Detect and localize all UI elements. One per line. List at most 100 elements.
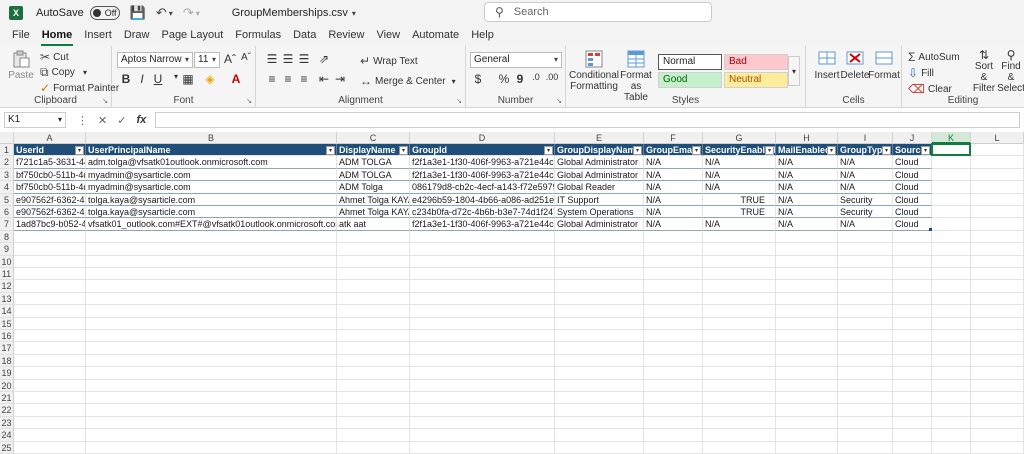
grid-cell[interactable] <box>337 230 410 244</box>
grid-cell[interactable] <box>644 317 703 330</box>
grid-cell[interactable] <box>14 305 86 318</box>
row-header[interactable]: 25 <box>0 441 14 454</box>
sort-filter-button[interactable]: ⇅ Sort & Filter <box>972 49 996 94</box>
grid-cell[interactable] <box>932 317 971 330</box>
tab-help[interactable]: Help <box>465 26 500 46</box>
tab-view[interactable]: View <box>370 26 406 46</box>
currency-icon[interactable]: $ <box>470 72 486 86</box>
column-header-h[interactable]: H <box>776 132 838 144</box>
tab-insert[interactable]: Insert <box>78 26 118 46</box>
copy-button[interactable]: ⧉ Copy ▾ <box>40 65 87 80</box>
grid-cell[interactable] <box>14 342 86 355</box>
grid-cell[interactable] <box>932 379 971 392</box>
table-cell[interactable]: c234b0fa-d72c-4b6b-b3e7-74d1f247d5 <box>410 206 555 219</box>
grid-cell[interactable] <box>893 255 932 268</box>
style-bad[interactable]: Bad <box>724 54 788 70</box>
format-cells-button[interactable]: Format <box>868 50 900 81</box>
grid-cell[interactable] <box>838 317 893 330</box>
grid-cell[interactable] <box>86 280 337 293</box>
row-header[interactable]: 7 <box>0 218 14 231</box>
grid-cell[interactable] <box>838 392 893 405</box>
grid-cell[interactable] <box>838 255 893 268</box>
grid-cell[interactable] <box>971 317 1024 330</box>
grid-cell[interactable] <box>644 342 703 355</box>
tab-review[interactable]: Review <box>322 26 370 46</box>
grid-cell[interactable] <box>776 230 838 244</box>
format-painter-button[interactable]: ✓ Format Painter <box>40 81 119 95</box>
table-header-cell[interactable]: UserPrincipalName <box>86 144 337 157</box>
grid-cell[interactable] <box>410 330 555 343</box>
grid-cell[interactable] <box>14 292 86 306</box>
table-header-cell[interactable]: GroupId <box>410 144 555 157</box>
table-cell[interactable]: N/A <box>703 218 776 231</box>
grid-cell[interactable] <box>703 255 776 268</box>
column-header-c[interactable]: C <box>337 132 410 144</box>
grid-cell[interactable] <box>337 404 410 417</box>
grid-cell[interactable] <box>893 330 932 343</box>
grid-cell[interactable] <box>644 330 703 343</box>
grid-cell[interactable] <box>703 342 776 355</box>
grid-cell[interactable] <box>932 280 971 293</box>
cancel-icon[interactable]: ✕ <box>98 114 107 127</box>
grid-cell[interactable] <box>776 292 838 306</box>
grid-cell[interactable] <box>14 379 86 392</box>
grid-cell[interactable] <box>893 429 932 442</box>
grid-cell[interactable] <box>555 255 644 268</box>
table-cell[interactable]: f2f1a3e1-1f30-406f-9963-a721e44ce10c <box>410 218 555 231</box>
column-header-i[interactable]: I <box>838 132 893 144</box>
grid-cell[interactable] <box>14 392 86 405</box>
grid-cell[interactable] <box>776 392 838 405</box>
grid-cell[interactable] <box>86 379 337 392</box>
grid-cell[interactable] <box>838 305 893 318</box>
grid-cell[interactable] <box>14 330 86 343</box>
grid-cell[interactable] <box>410 305 555 318</box>
align-right-icon[interactable]: ≡ <box>296 72 312 86</box>
table-cell[interactable]: N/A <box>644 181 703 194</box>
grid-cell[interactable] <box>703 404 776 417</box>
grid-cell[interactable] <box>14 280 86 293</box>
row-header[interactable]: 15 <box>0 317 14 330</box>
grid-cell[interactable] <box>932 330 971 343</box>
table-cell[interactable]: N/A <box>838 156 893 169</box>
table-cell[interactable]: N/A <box>644 193 703 206</box>
grid-cell[interactable] <box>703 317 776 330</box>
grid-cell[interactable] <box>644 280 703 293</box>
grid-cell[interactable] <box>555 330 644 343</box>
table-cell[interactable]: N/A <box>838 168 893 182</box>
table-cell[interactable]: N/A <box>776 156 838 169</box>
grid-cell[interactable] <box>410 230 555 244</box>
row-header[interactable]: 1 <box>0 144 14 157</box>
grid-cell[interactable] <box>971 330 1024 343</box>
filter-dropdown-icon[interactable]: ▾ <box>827 145 836 155</box>
grid-cell[interactable] <box>971 367 1024 380</box>
grid-cell[interactable] <box>644 255 703 268</box>
formula-input[interactable] <box>155 112 1020 128</box>
grid-cell[interactable] <box>838 429 893 442</box>
grid-cell[interactable] <box>932 206 971 219</box>
conditional-formatting-button[interactable]: Conditional Formatting <box>569 50 619 92</box>
grid-cell[interactable] <box>893 292 932 306</box>
column-header-e[interactable]: E <box>555 132 644 144</box>
bold-button[interactable]: B <box>118 72 134 86</box>
grid-cell[interactable] <box>410 268 555 281</box>
grid-cell[interactable] <box>644 404 703 417</box>
filter-dropdown-icon[interactable]: ▾ <box>326 145 335 155</box>
clear-button[interactable]: ⌫ Clear <box>908 82 952 96</box>
grid-cell[interactable] <box>337 416 410 430</box>
save-icon[interactable]: 💾 <box>130 5 146 21</box>
grid-cell[interactable] <box>703 416 776 430</box>
grid-cell[interactable] <box>555 292 644 306</box>
table-cell[interactable]: Ahmet Tolga KAYA <box>337 206 410 219</box>
styles-more-icon[interactable]: ▾ <box>788 56 800 86</box>
grid-cell[interactable] <box>14 255 86 268</box>
table-cell[interactable]: bf750cb0-511b-4d5 <box>14 181 86 194</box>
increase-indent-icon[interactable]: ⇥ <box>332 72 348 86</box>
grid-cell[interactable] <box>644 354 703 368</box>
grid-cell[interactable] <box>555 354 644 368</box>
grid-cell[interactable] <box>971 441 1024 454</box>
column-header-f[interactable]: F <box>644 132 703 144</box>
row-header[interactable]: 17 <box>0 342 14 355</box>
grid-cell[interactable] <box>555 317 644 330</box>
table-cell[interactable]: bf750cb0-511b-4d5 <box>14 168 86 182</box>
grid-cell[interactable] <box>14 317 86 330</box>
